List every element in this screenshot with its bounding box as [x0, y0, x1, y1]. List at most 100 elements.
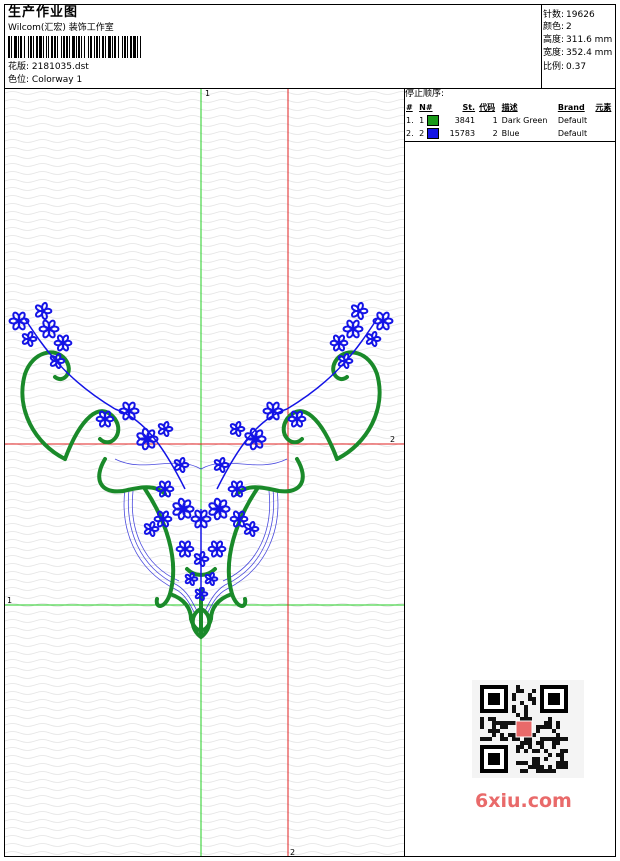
- guide-marker-bottom: 2: [290, 848, 295, 856]
- qr-module: [536, 765, 540, 769]
- qr-module: [544, 721, 548, 725]
- qr-module: [516, 685, 520, 689]
- guide-marker-left: 1: [7, 596, 12, 605]
- qr-module: [560, 757, 564, 761]
- qr-module: [488, 729, 492, 733]
- row-needle: 1: [417, 114, 444, 127]
- barcode-bar: [108, 36, 111, 58]
- qr-module: [556, 741, 560, 745]
- qr-module: [508, 721, 512, 725]
- stop-table-header: # N# St. 代码 描述 Brand 元素: [404, 101, 616, 114]
- qr-module: [564, 761, 568, 765]
- qr-module: [540, 737, 544, 741]
- qr-module: [532, 733, 536, 737]
- qr-module: [528, 765, 532, 769]
- qr-module: [532, 749, 536, 753]
- qr-module: [516, 713, 520, 717]
- qr-module: [564, 749, 568, 753]
- barcode-bar: [88, 36, 89, 58]
- qr-module: [504, 721, 508, 725]
- col-element: 元素: [595, 103, 612, 112]
- qr-module: [536, 729, 540, 733]
- qr-module: [480, 725, 484, 729]
- col-code: 代码: [479, 103, 496, 112]
- design-label: 花版:: [8, 62, 30, 72]
- qr-module: [532, 701, 536, 705]
- qr-module: [528, 717, 532, 721]
- qr-module: [504, 725, 508, 729]
- qr-module: [548, 737, 552, 741]
- embroidery-preview: 1 2 1 2: [5, 89, 404, 856]
- row-needle: 2: [417, 127, 444, 140]
- barcode-bar: [94, 36, 95, 58]
- qr-module: [532, 761, 536, 765]
- barcode-bar: [24, 36, 25, 58]
- qr-module: [556, 721, 560, 725]
- barcode-bar: [78, 36, 80, 58]
- qr-module: [516, 749, 520, 753]
- barcode-bar: [63, 36, 65, 58]
- qr-module: [560, 749, 564, 753]
- barcode-bar: [36, 36, 38, 58]
- qr-module: [492, 733, 496, 737]
- barcode-bar: [54, 36, 56, 58]
- qr-module: [492, 721, 496, 725]
- qr-module: [480, 737, 484, 741]
- qr-code: [472, 680, 584, 778]
- qr-module: [556, 733, 560, 737]
- qr-module: [560, 737, 564, 741]
- qr-module: [496, 721, 500, 725]
- qr-module: [524, 709, 528, 713]
- qr-module: [528, 737, 532, 741]
- barcode-bar: [48, 36, 49, 58]
- qr-module: [520, 761, 524, 765]
- col-brand: Brand: [557, 103, 585, 112]
- col-stitches: St.: [462, 103, 476, 112]
- barcode-bar: [137, 36, 138, 58]
- barcode-bar: [112, 36, 113, 58]
- barcode-bar: [46, 36, 47, 58]
- row-stitches: 3841: [454, 116, 476, 125]
- barcode-bar: [124, 36, 126, 58]
- barcode-bar: [118, 36, 119, 58]
- table-row: 2. 2 15783 2 Blue Default: [404, 127, 616, 140]
- qr-module: [512, 705, 516, 709]
- qr-module: [536, 757, 540, 761]
- row-code: 2: [492, 129, 498, 138]
- barcode-bar: [61, 36, 62, 58]
- barcode-bar: [105, 36, 106, 58]
- qr-module: [552, 745, 556, 749]
- qr-module: [548, 721, 552, 725]
- table-divider: [404, 141, 616, 142]
- qr-module: [564, 765, 568, 769]
- barcode-bar: [99, 36, 100, 58]
- barcode-bar: [72, 36, 75, 58]
- qr-module: [556, 753, 560, 757]
- qr-module: [536, 761, 540, 765]
- qr-module: [564, 737, 568, 741]
- qr-module: [532, 697, 536, 701]
- barcode-bar: [69, 36, 70, 58]
- qr-module: [528, 697, 532, 701]
- barcode-bar: [57, 36, 58, 58]
- qr-center-badge: [515, 720, 533, 738]
- row-element: [593, 127, 616, 140]
- qr-module: [500, 737, 504, 741]
- qr-module: [484, 737, 488, 741]
- qr-module: [512, 709, 516, 713]
- qr-module: [512, 693, 516, 697]
- barcode-bar: [127, 36, 128, 58]
- qr-module: [532, 689, 536, 693]
- company-name: Wilcom(汇宏) 装饰工作室: [8, 23, 114, 33]
- qr-module: [524, 713, 528, 717]
- qr-module: [540, 765, 544, 769]
- barcode-bar: [20, 36, 22, 58]
- qr-module: [488, 737, 492, 741]
- qr-module: [548, 769, 552, 773]
- barcode-bar: [43, 36, 44, 58]
- colorway-row: 色位: Colorway 1: [8, 76, 82, 85]
- qr-module: [524, 737, 528, 741]
- qr-finder: [548, 693, 560, 705]
- qr-module: [556, 765, 560, 769]
- qr-module: [560, 753, 564, 757]
